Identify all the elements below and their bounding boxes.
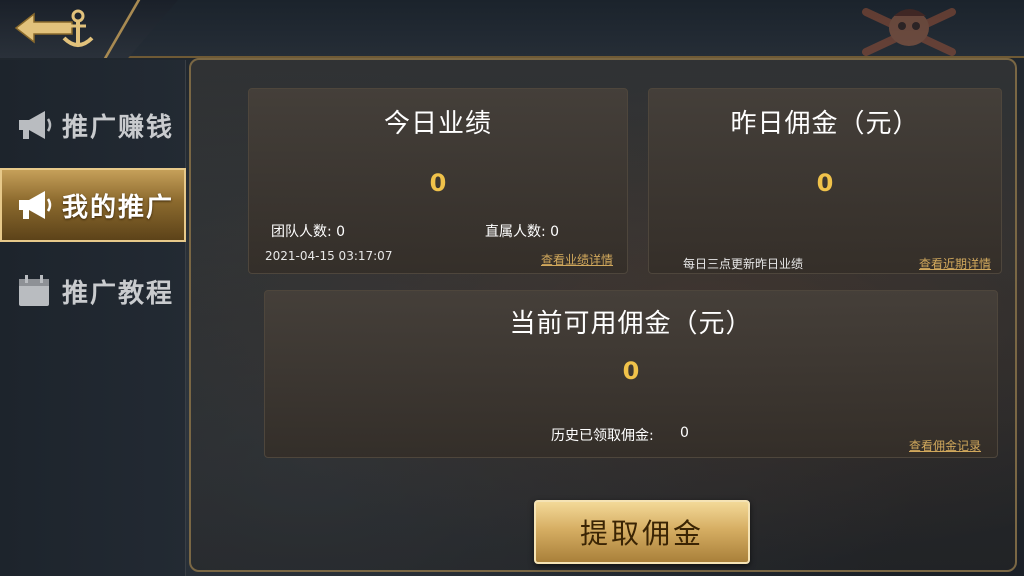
update-note: 每日三点更新昨日业绩 (683, 257, 804, 271)
yesterday-value: 0 (816, 169, 834, 197)
top-bar (0, 0, 1024, 58)
sidebar-item-label: 我的推广 (62, 192, 175, 223)
direct-count: 直属人数: 0 (485, 224, 560, 240)
today-performance-card: 今日业绩 0 团队人数: 0 直属人数: 0 2021-04-15 03:17:… (248, 88, 628, 274)
view-performance-details-link[interactable]: 查看业绩详情 (541, 251, 613, 268)
today-value: 0 (429, 169, 447, 197)
card-title: 昨日佣金（元） (730, 109, 920, 139)
sidebar: 推广赚钱 我的推广 推广教程 (0, 60, 186, 576)
timestamp: 2021-04-15 03:17:07 (265, 249, 393, 263)
megaphone-icon (12, 105, 56, 145)
history-label: 历史已领取佣金: (551, 428, 654, 444)
withdraw-commission-button[interactable]: 提取佣金 (534, 500, 750, 564)
sidebar-item-promote-earn[interactable]: 推广赚钱 (0, 88, 186, 162)
sidebar-item-my-promotion[interactable]: 我的推广 (0, 168, 186, 242)
sidebar-item-label: 推广教程 (62, 278, 175, 309)
team-count: 团队人数: 0 (271, 224, 346, 240)
sidebar-item-tutorial[interactable]: 推广教程 (0, 254, 186, 328)
available-value: 0 (622, 357, 640, 385)
view-commission-records-link[interactable]: 查看佣金记录 (909, 437, 981, 454)
anchor-back-icon[interactable] (12, 6, 96, 50)
yesterday-commission-card: 昨日佣金（元） 0 每日三点更新昨日业绩 查看近期详情 (648, 88, 1002, 274)
available-commission-card: 当前可用佣金（元） 0 历史已领取佣金: 0 查看佣金记录 (264, 290, 998, 458)
sidebar-item-label: 推广赚钱 (62, 112, 175, 143)
skull-crossbones-icon (862, 8, 956, 56)
history-value: 0 (680, 425, 689, 441)
card-title: 今日业绩 (383, 109, 492, 139)
megaphone-icon (12, 185, 56, 225)
calendar-icon (12, 271, 56, 311)
card-title: 当前可用佣金（元） (509, 309, 753, 339)
back-button[interactable] (0, 0, 178, 58)
view-recent-details-link[interactable]: 查看近期详情 (919, 255, 991, 272)
